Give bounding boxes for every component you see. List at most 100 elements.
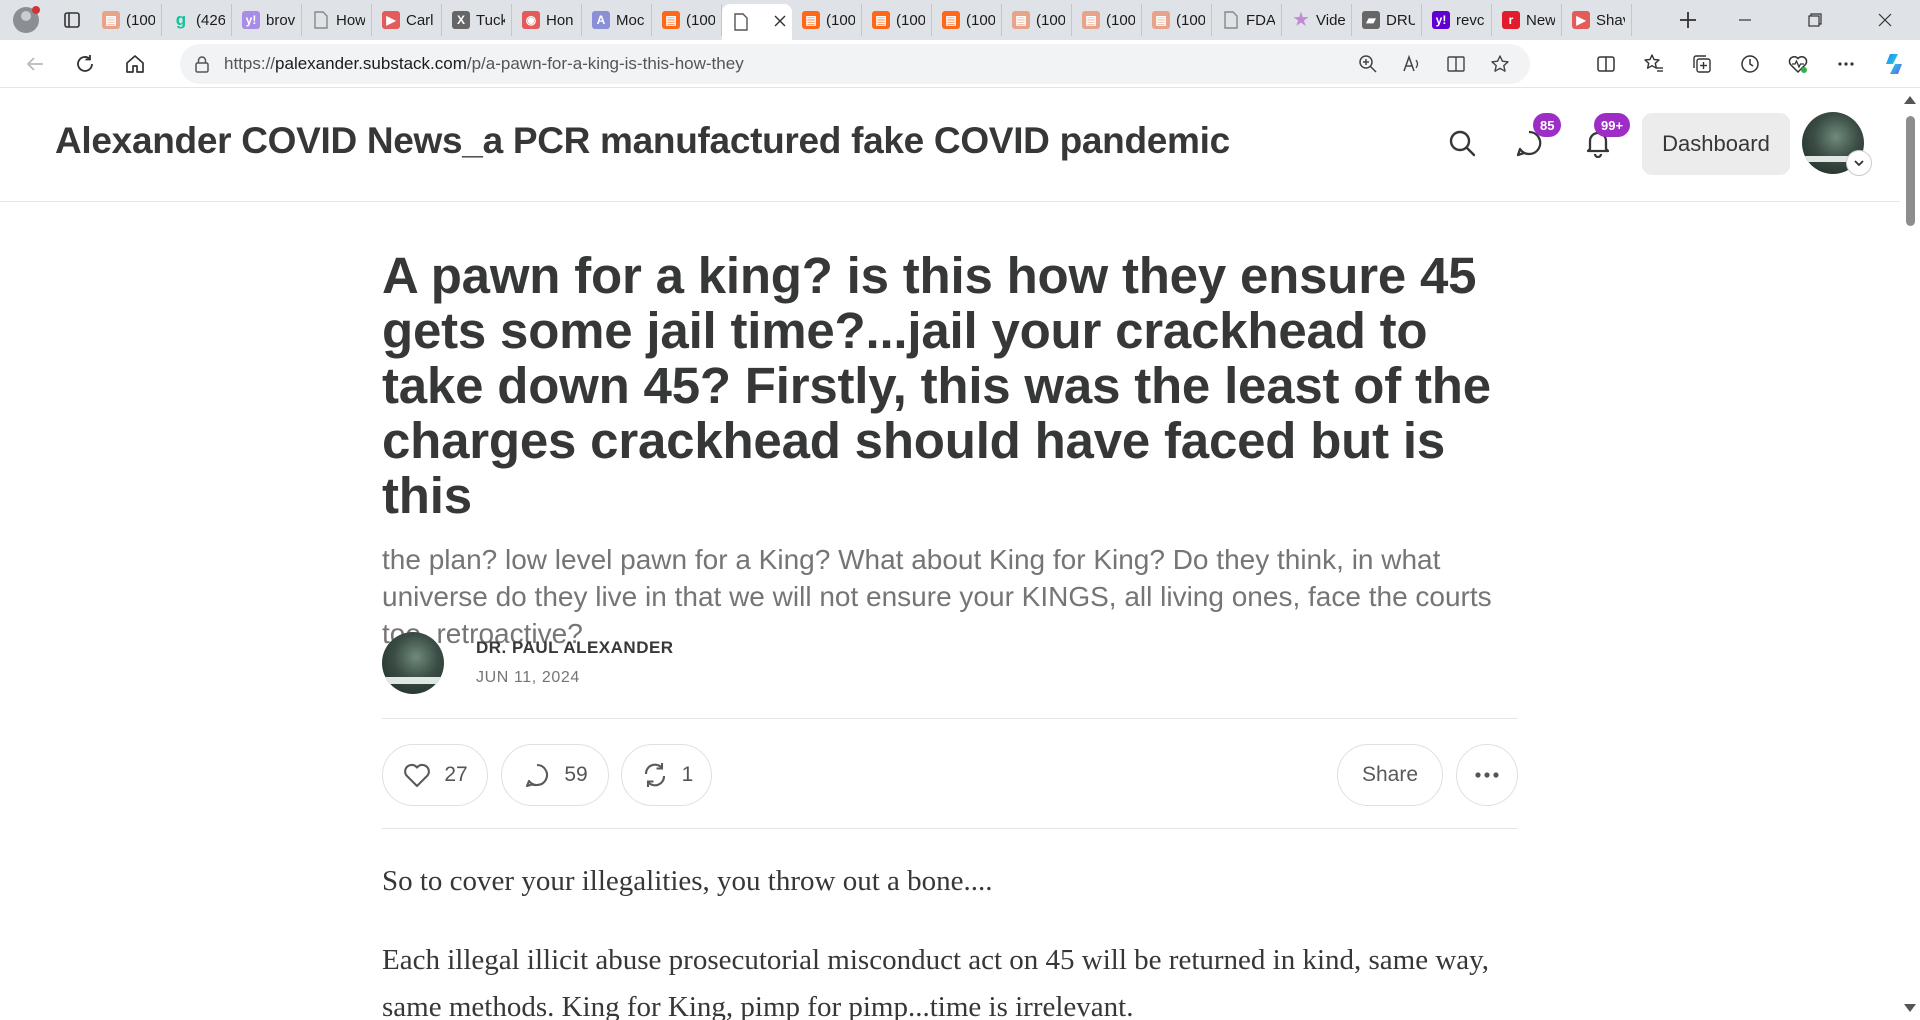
more-options-button[interactable] xyxy=(1456,744,1518,806)
body-paragraph: So to cover your illegalities, you throw… xyxy=(382,865,993,897)
youtube-icon: ▶ xyxy=(1572,11,1590,29)
scroll-up-arrow[interactable] xyxy=(1904,96,1916,104)
tab-title: (100 xyxy=(686,11,715,29)
share-button[interactable]: Share xyxy=(1337,744,1443,806)
browser-tab[interactable]: y! revc xyxy=(1422,4,1492,36)
favorites-button[interactable] xyxy=(1634,44,1674,84)
yahoo-icon: y! xyxy=(1432,11,1450,29)
browser-tab[interactable]: How xyxy=(302,4,372,36)
browser-tab[interactable]: y! brov xyxy=(232,4,302,36)
tab-title: Hon xyxy=(546,11,574,29)
publication-title[interactable]: Alexander COVID News_a PCR manufactured … xyxy=(55,120,1230,162)
scrollbar-thumb[interactable] xyxy=(1906,116,1915,226)
back-button[interactable] xyxy=(10,44,60,84)
account-menu-button[interactable] xyxy=(1846,150,1872,176)
search-button[interactable] xyxy=(1437,118,1487,168)
copilot-button[interactable] xyxy=(1874,44,1914,84)
tab-title: revc xyxy=(1456,11,1485,29)
zoom-button[interactable] xyxy=(1348,44,1388,84)
close-window-button[interactable] xyxy=(1850,0,1920,40)
x-icon: X xyxy=(452,11,470,29)
page-scrollbar[interactable] xyxy=(1900,88,1920,1020)
close-tab-button[interactable] xyxy=(774,14,786,31)
browser-tab[interactable]: g (426 xyxy=(162,4,232,36)
browser-tab[interactable]: A Moc xyxy=(582,4,652,36)
browser-tab[interactable]: ▤ (100 xyxy=(932,4,1002,36)
browser-essentials-button[interactable] xyxy=(1778,44,1818,84)
substack-icon: ▤ xyxy=(942,11,960,29)
split-screen-button[interactable] xyxy=(1586,44,1626,84)
back-arrow-icon xyxy=(26,56,43,71)
browser-tab[interactable]: ▶ Shav xyxy=(1562,4,1632,36)
address-bar[interactable]: https://palexander.substack.com/p/a-pawn… xyxy=(180,44,1530,84)
refresh-button[interactable] xyxy=(60,44,110,84)
browser-tab[interactable]: ◉ Hon xyxy=(512,4,582,36)
post-title: A pawn for a king? is this how they ensu… xyxy=(382,247,1491,524)
immersive-reader-icon xyxy=(1447,56,1465,72)
close-icon xyxy=(774,15,786,26)
browser-tab[interactable]: ▤ (100 xyxy=(792,4,862,36)
browser-tab[interactable]: ▰ DRU xyxy=(1352,4,1422,36)
chevron-down-icon xyxy=(1854,160,1864,167)
like-button[interactable]: 27 xyxy=(382,744,488,806)
browser-tab[interactable]: X Tuck xyxy=(442,4,512,36)
home-icon xyxy=(126,54,144,73)
tab-title: Vide xyxy=(1316,11,1345,29)
favorites-icon xyxy=(1644,54,1663,72)
browser-tab[interactable]: ▤ (100 xyxy=(1142,4,1212,36)
ellipsis-icon xyxy=(1838,62,1854,66)
immersive-reader-button[interactable] xyxy=(1436,44,1476,84)
browser-tab[interactable]: ▤ (100 xyxy=(862,4,932,36)
author-avatar[interactable] xyxy=(382,632,444,694)
author-avatar-detail xyxy=(382,677,444,684)
yahoo-icon: y! xyxy=(242,11,260,29)
tab-title: How xyxy=(336,11,365,29)
browser-profile-button[interactable] xyxy=(0,0,52,40)
substack-faded-icon: ▤ xyxy=(1012,11,1030,29)
close-icon xyxy=(1878,13,1892,27)
restack-button[interactable]: 1 xyxy=(621,744,712,806)
restore-button[interactable] xyxy=(1780,0,1850,40)
browser-tab-active[interactable] xyxy=(722,4,792,40)
post-actions: 27 59 1 Share xyxy=(382,744,1518,808)
author-name[interactable]: DR. PAUL ALEXANDER xyxy=(476,638,674,658)
plus-icon xyxy=(1680,12,1696,28)
tab-title: New xyxy=(1526,11,1555,29)
browser-tab[interactable]: ▤ (100 xyxy=(92,4,162,36)
browser-tab[interactable]: ▤ (100 xyxy=(1072,4,1142,36)
browser-tab[interactable]: r New xyxy=(1492,4,1562,36)
tab-actions-button[interactable] xyxy=(52,0,92,40)
search-icon xyxy=(1449,130,1476,157)
browser-tab[interactable]: ▤ (100 xyxy=(652,4,722,36)
url-scheme: https:// xyxy=(224,54,276,73)
browser-tab[interactable]: ★ Vide xyxy=(1282,4,1352,36)
post-header: A pawn for a king? is this how they ensu… xyxy=(382,248,1518,652)
browser-tab[interactable]: ▶ Carl xyxy=(372,4,442,36)
comment-button[interactable]: 59 xyxy=(501,744,609,806)
url-text[interactable]: https://palexander.substack.com/p/a-pawn… xyxy=(224,54,1348,74)
favorite-button[interactable] xyxy=(1480,44,1520,84)
home-button[interactable] xyxy=(110,44,160,84)
tab-title: (100 xyxy=(1106,11,1135,29)
tab-title: DRU xyxy=(1386,11,1415,29)
settings-more-button[interactable] xyxy=(1826,44,1866,84)
split-screen-icon xyxy=(1597,56,1615,72)
divider-top xyxy=(382,718,1518,719)
url-path: /p/a-pawn-for-a-king-is-this-how-they xyxy=(466,54,744,73)
page-icon xyxy=(1222,11,1240,29)
minimize-button[interactable] xyxy=(1710,0,1780,40)
dashboard-button[interactable]: Dashboard xyxy=(1642,113,1790,175)
new-tab-button[interactable] xyxy=(1666,0,1710,40)
history-button[interactable] xyxy=(1730,44,1770,84)
history-icon xyxy=(1741,55,1759,73)
site-info-button[interactable] xyxy=(180,55,224,73)
read-aloud-button[interactable] xyxy=(1392,44,1432,84)
minimize-icon xyxy=(1739,19,1751,21)
page-viewport: Alexander COVID News_a PCR manufactured … xyxy=(0,88,1900,1020)
collections-button[interactable] xyxy=(1682,44,1722,84)
browser-tab[interactable]: FDA xyxy=(1212,4,1282,36)
scroll-down-arrow[interactable] xyxy=(1904,1004,1916,1012)
comment-count: 59 xyxy=(564,763,588,786)
restack-count: 1 xyxy=(681,763,694,786)
browser-tab[interactable]: ▤ (100 xyxy=(1002,4,1072,36)
